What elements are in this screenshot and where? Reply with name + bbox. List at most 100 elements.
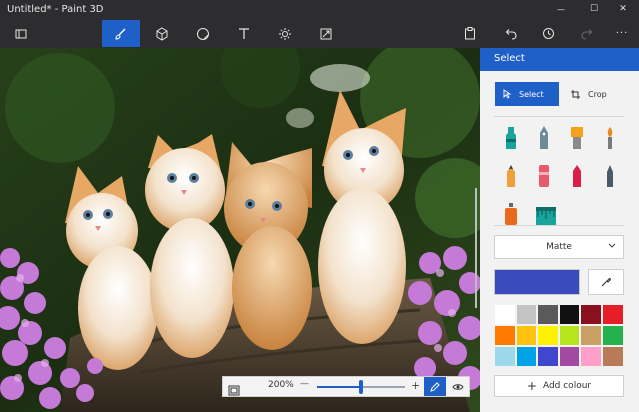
side-panel: Select Select Crop Matte + Add colour — [480, 48, 639, 412]
stickers-tool-button[interactable] — [184, 20, 222, 47]
select-button[interactable]: Select — [495, 82, 559, 106]
marker-icon — [506, 127, 516, 149]
zoom-slider-thumb[interactable] — [359, 380, 363, 394]
eye-icon — [452, 383, 464, 390]
drawing-canvas[interactable] — [0, 48, 480, 412]
window-title: Untitled* - Paint 3D — [7, 4, 104, 15]
cube-icon — [156, 26, 168, 41]
redo-icon — [580, 28, 592, 40]
chevron-down-icon — [608, 243, 616, 248]
color-swatch[interactable] — [558, 346, 581, 367]
color-swatch[interactable] — [601, 304, 624, 325]
zoom-slider-fill — [317, 386, 361, 388]
finish-label: Matte — [546, 242, 572, 252]
color-swatch[interactable] — [537, 325, 559, 346]
zoom-slider-track[interactable] — [317, 380, 405, 394]
color-swatch[interactable] — [558, 304, 581, 325]
finish-dropdown[interactable]: Matte — [494, 235, 624, 259]
brush-icon — [115, 28, 126, 40]
zoom-in-button[interactable]: + — [411, 379, 420, 392]
marker-brush[interactable] — [502, 125, 520, 151]
fit-view-button[interactable] — [228, 381, 240, 396]
minimize-icon: — — [557, 4, 565, 14]
maximize-button[interactable]: ☐ — [578, 0, 610, 18]
draw-mode-button[interactable] — [424, 377, 446, 396]
view-mode-button[interactable] — [447, 377, 469, 396]
color-swatch[interactable] — [537, 346, 559, 367]
effects-tool-button[interactable] — [266, 20, 304, 47]
eyedropper-icon — [601, 278, 611, 287]
spray-can-icon — [505, 203, 517, 225]
oil-brush-icon — [571, 127, 583, 149]
minimize-button[interactable]: — — [545, 0, 577, 18]
add-colour-label: Add colour — [542, 381, 592, 391]
more-button[interactable]: ··· — [607, 20, 637, 47]
color-swatch[interactable] — [558, 325, 581, 346]
color-swatch[interactable] — [515, 346, 538, 367]
undo-button[interactable] — [495, 20, 525, 47]
fit-view-icon — [228, 385, 240, 396]
fill-brush[interactable] — [535, 201, 557, 227]
fill-bucket-icon — [536, 207, 556, 225]
oil-brush[interactable] — [568, 125, 586, 151]
pen-icon — [430, 381, 440, 392]
color-swatch[interactable] — [515, 325, 538, 346]
eraser-icon — [573, 165, 581, 187]
panel-title: Select — [494, 53, 525, 64]
zoom-bar: 200% — + — [222, 376, 470, 397]
spray-can-brush[interactable] — [502, 201, 520, 227]
vertical-scrollbar[interactable] — [475, 188, 477, 308]
menu-button[interactable] — [2, 20, 40, 47]
color-swatch[interactable] — [494, 304, 516, 325]
eyedropper-button[interactable] — [588, 269, 624, 295]
panel-header: Select — [480, 48, 639, 71]
eraser-brush[interactable] — [568, 163, 586, 189]
brushes-tool-button[interactable] — [102, 20, 140, 47]
crop-icon — [571, 89, 580, 99]
calligraphy-pen-icon — [540, 126, 548, 149]
add-colour-button[interactable]: + Add colour — [494, 375, 624, 397]
text-tool-button[interactable] — [225, 20, 263, 47]
crayon-brush[interactable] — [601, 163, 619, 189]
watercolor-icon — [607, 127, 613, 149]
pencil-brush[interactable] — [535, 163, 553, 189]
3d-shapes-tool-button[interactable] — [143, 20, 181, 47]
crop-button[interactable]: Crop — [564, 82, 628, 106]
paste-icon — [465, 27, 475, 40]
pixel-pen-icon — [507, 165, 515, 187]
pencil-icon — [539, 165, 549, 187]
canvas-icon — [320, 28, 332, 39]
color-swatch[interactable] — [580, 325, 602, 346]
color-swatch[interactable] — [580, 304, 602, 325]
color-swatch[interactable] — [601, 325, 624, 346]
history-button[interactable] — [533, 20, 563, 47]
crayon-icon — [607, 165, 613, 187]
undo-icon — [505, 28, 517, 40]
cursor-icon — [503, 89, 512, 99]
color-swatch[interactable] — [601, 346, 624, 367]
select-label: Select — [519, 89, 544, 99]
kittens-photo — [0, 48, 480, 412]
divider — [494, 225, 624, 226]
color-swatch[interactable] — [515, 304, 538, 325]
current-color-swatch[interactable] — [494, 269, 580, 295]
maximize-icon: ☐ — [589, 4, 599, 14]
close-button[interactable]: ✕ — [607, 0, 639, 18]
zoom-out-button[interactable]: — — [300, 379, 309, 389]
divider — [494, 116, 624, 117]
redo-button[interactable] — [572, 20, 602, 47]
more-icon: ··· — [615, 28, 629, 39]
color-swatch[interactable] — [494, 346, 516, 367]
paste-button[interactable] — [455, 20, 485, 47]
canvas-tool-button[interactable] — [307, 20, 345, 47]
pixel-pen-brush[interactable] — [502, 163, 520, 189]
text-icon — [239, 27, 249, 39]
color-swatch[interactable] — [494, 325, 516, 346]
calligraphy-pen-brush[interactable] — [535, 125, 553, 151]
folder-icon — [15, 29, 27, 38]
watercolor-brush[interactable] — [601, 125, 619, 151]
color-swatch[interactable] — [537, 304, 559, 325]
color-swatch[interactable] — [580, 346, 602, 367]
crop-label: Crop — [588, 89, 607, 99]
close-icon: ✕ — [619, 4, 627, 14]
